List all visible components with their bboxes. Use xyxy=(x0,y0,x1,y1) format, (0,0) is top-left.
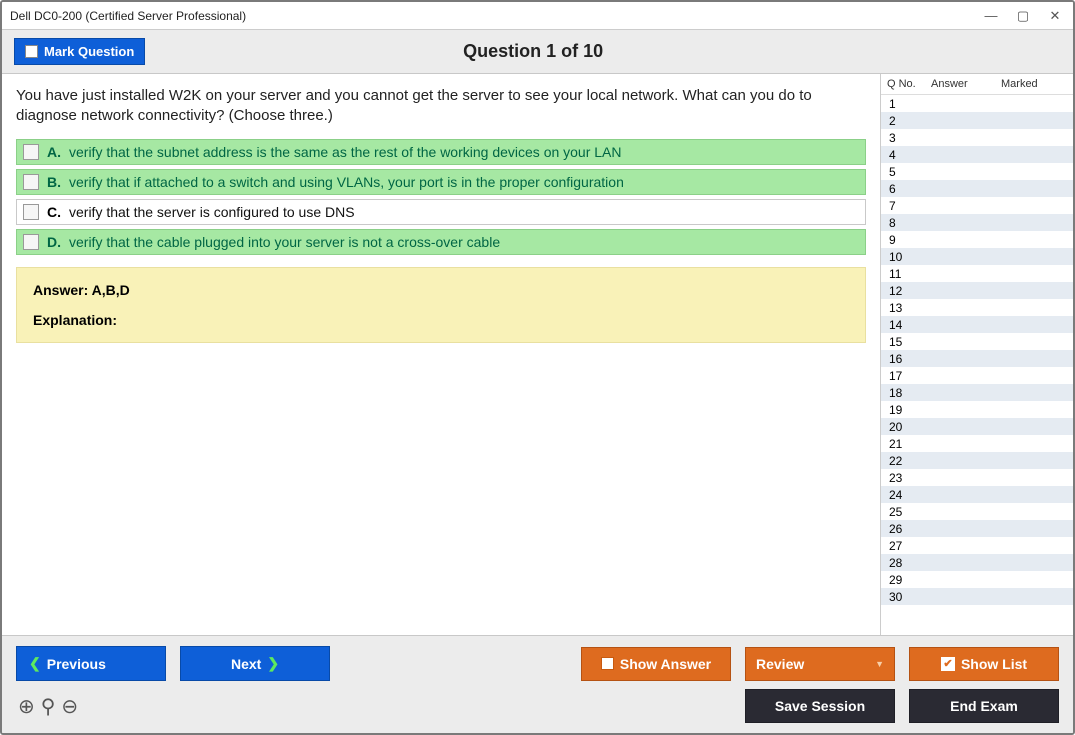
show-list-button[interactable]: ✔ Show List xyxy=(909,647,1059,681)
question-list-row[interactable]: 26 xyxy=(881,520,1073,537)
choice-checkbox[interactable] xyxy=(23,174,39,190)
review-button[interactable]: Review ▼ xyxy=(745,647,895,681)
choice-letter: A. xyxy=(47,144,61,160)
footer: ❮ Previous Next ❯ Show Answer Review ▼ ✔… xyxy=(2,635,1073,733)
question-list[interactable]: 1234567891011121314151617181920212223242… xyxy=(881,95,1073,635)
choice-row[interactable]: D. verify that the cable plugged into yo… xyxy=(16,229,866,255)
footer-row-2: ⊕ ⚲ ⊖ Save Session End Exam xyxy=(16,689,1059,723)
question-list-row[interactable]: 29 xyxy=(881,571,1073,588)
mark-checkbox-icon xyxy=(25,45,38,58)
zoom-in-icon[interactable]: ⊕ xyxy=(18,694,35,719)
choice-row[interactable]: B. verify that if attached to a switch a… xyxy=(16,169,866,195)
zoom-reset-icon[interactable]: ⚲ xyxy=(41,694,56,719)
zoom-out-icon[interactable]: ⊖ xyxy=(61,694,78,719)
sidebar-header: Q No. Answer Marked xyxy=(881,74,1073,95)
question-list-row[interactable]: 11 xyxy=(881,265,1073,282)
question-list-row[interactable]: 18 xyxy=(881,384,1073,401)
question-list-row[interactable]: 28 xyxy=(881,554,1073,571)
show-list-check-icon: ✔ xyxy=(941,657,955,671)
main-panel: You have just installed W2K on your serv… xyxy=(2,74,880,635)
question-list-row[interactable]: 20 xyxy=(881,418,1073,435)
end-exam-button[interactable]: End Exam xyxy=(909,689,1059,723)
choice-letter: D. xyxy=(47,234,61,250)
window-title: Dell DC0-200 (Certified Server Professio… xyxy=(10,9,246,23)
question-list-row[interactable]: 5 xyxy=(881,163,1073,180)
titlebar: Dell DC0-200 (Certified Server Professio… xyxy=(2,2,1073,30)
question-list-row[interactable]: 4 xyxy=(881,146,1073,163)
question-list-row[interactable]: 23 xyxy=(881,469,1073,486)
save-session-button[interactable]: Save Session xyxy=(745,689,895,723)
chevron-down-icon: ▼ xyxy=(875,659,884,669)
minimize-icon[interactable]: — xyxy=(981,8,1001,24)
choices-list: A. verify that the subnet address is the… xyxy=(16,139,866,255)
choice-text: verify that the subnet address is the sa… xyxy=(69,144,622,160)
col-answer: Answer xyxy=(931,78,1001,90)
question-list-row[interactable]: 25 xyxy=(881,503,1073,520)
question-list-row[interactable]: 19 xyxy=(881,401,1073,418)
chevron-left-icon: ❮ xyxy=(29,655,41,672)
choice-checkbox[interactable] xyxy=(23,204,39,220)
choice-text: verify that the server is configured to … xyxy=(69,204,355,220)
answer-line: Answer: A,B,D xyxy=(33,282,849,298)
zoom-controls: ⊕ ⚲ ⊖ xyxy=(16,694,78,719)
question-list-row[interactable]: 17 xyxy=(881,367,1073,384)
mark-question-button[interactable]: Mark Question xyxy=(14,38,145,65)
question-list-row[interactable]: 1 xyxy=(881,95,1073,112)
body: You have just installed W2K on your serv… xyxy=(2,74,1073,635)
question-list-row[interactable]: 16 xyxy=(881,350,1073,367)
show-answer-checkbox-icon xyxy=(601,657,614,670)
explanation-label: Explanation: xyxy=(33,312,849,328)
choice-letter: C. xyxy=(47,204,61,220)
choice-text: verify that if attached to a switch and … xyxy=(69,174,624,190)
choice-letter: B. xyxy=(47,174,61,190)
question-list-sidebar: Q No. Answer Marked 12345678910111213141… xyxy=(880,74,1073,635)
question-list-row[interactable]: 15 xyxy=(881,333,1073,350)
header-bar: Mark Question Question 1 of 10 xyxy=(2,30,1073,74)
answer-box: Answer: A,B,D Explanation: xyxy=(16,267,866,343)
question-list-row[interactable]: 21 xyxy=(881,435,1073,452)
choice-row[interactable]: A. verify that the subnet address is the… xyxy=(16,139,866,165)
footer-row-1: ❮ Previous Next ❯ Show Answer Review ▼ ✔… xyxy=(16,646,1059,681)
question-list-row[interactable]: 13 xyxy=(881,299,1073,316)
mark-question-label: Mark Question xyxy=(44,44,134,59)
question-list-row[interactable]: 10 xyxy=(881,248,1073,265)
show-answer-button[interactable]: Show Answer xyxy=(581,647,731,681)
question-list-row[interactable]: 2 xyxy=(881,112,1073,129)
question-list-row[interactable]: 12 xyxy=(881,282,1073,299)
question-text: You have just installed W2K on your serv… xyxy=(16,86,866,127)
next-button[interactable]: Next ❯ xyxy=(180,646,330,681)
maximize-icon[interactable]: ▢ xyxy=(1013,8,1033,24)
question-list-row[interactable]: 9 xyxy=(881,231,1073,248)
close-icon[interactable]: ✕ xyxy=(1045,8,1065,24)
question-heading: Question 1 of 10 xyxy=(145,41,921,62)
question-list-row[interactable]: 8 xyxy=(881,214,1073,231)
col-marked: Marked xyxy=(1001,78,1067,90)
previous-button[interactable]: ❮ Previous xyxy=(16,646,166,681)
question-list-row[interactable]: 7 xyxy=(881,197,1073,214)
col-qno: Q No. xyxy=(887,78,931,90)
choice-checkbox[interactable] xyxy=(23,144,39,160)
question-list-row[interactable]: 6 xyxy=(881,180,1073,197)
choice-row[interactable]: C. verify that the server is configured … xyxy=(16,199,866,225)
question-list-row[interactable]: 24 xyxy=(881,486,1073,503)
window-controls: — ▢ ✕ xyxy=(981,8,1065,24)
question-list-row[interactable]: 27 xyxy=(881,537,1073,554)
app-window: Dell DC0-200 (Certified Server Professio… xyxy=(0,0,1075,735)
choice-checkbox[interactable] xyxy=(23,234,39,250)
chevron-right-icon: ❯ xyxy=(267,655,279,672)
choice-text: verify that the cable plugged into your … xyxy=(69,234,500,250)
question-list-row[interactable]: 30 xyxy=(881,588,1073,605)
question-list-row[interactable]: 3 xyxy=(881,129,1073,146)
question-list-row[interactable]: 22 xyxy=(881,452,1073,469)
question-list-row[interactable]: 14 xyxy=(881,316,1073,333)
